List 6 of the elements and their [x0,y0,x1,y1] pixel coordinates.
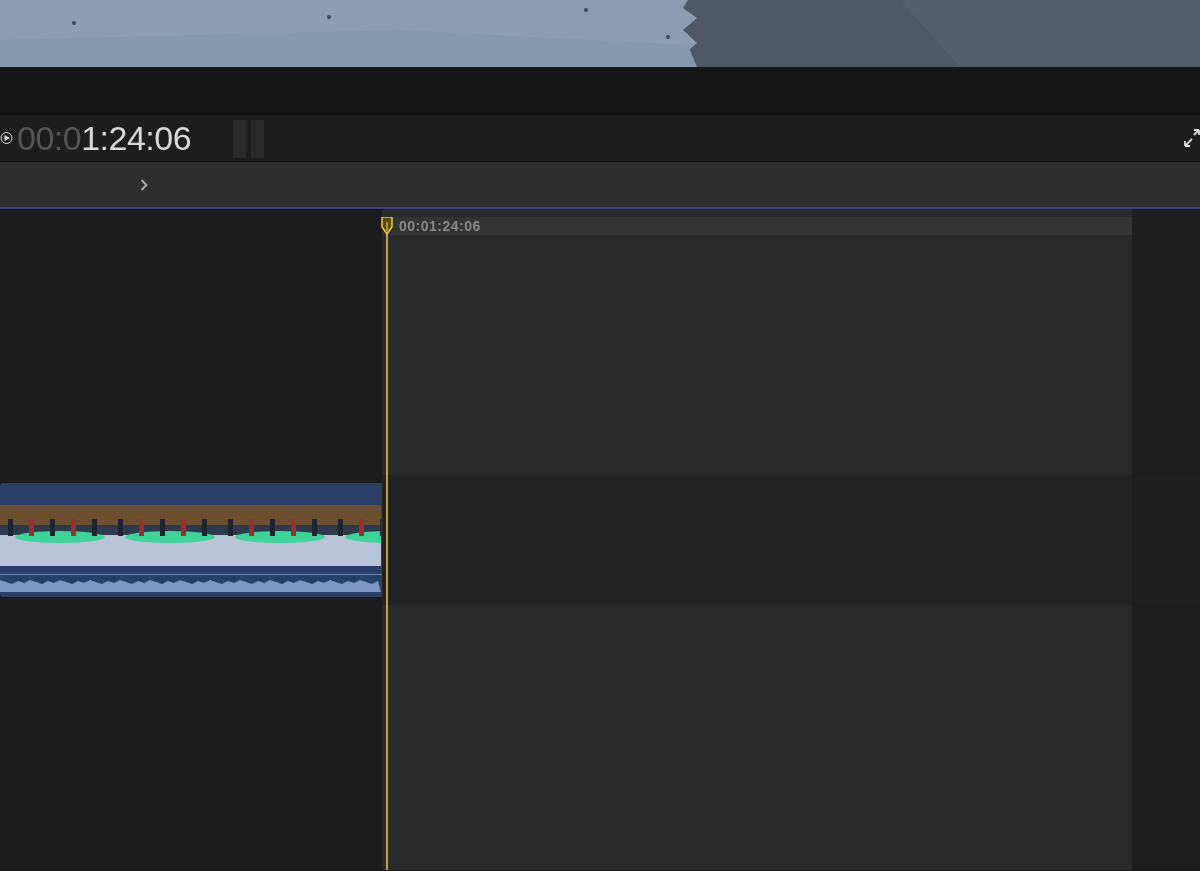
fullscreen-icon[interactable] [1184,128,1200,148]
playhead[interactable] [381,217,393,870]
timecode: 00:01:24:06 [17,121,192,155]
playhead-timecode: 00:01:24:06 [382,217,1132,235]
video-clip[interactable] [0,483,382,597]
chevron-icon[interactable] [140,178,148,191]
